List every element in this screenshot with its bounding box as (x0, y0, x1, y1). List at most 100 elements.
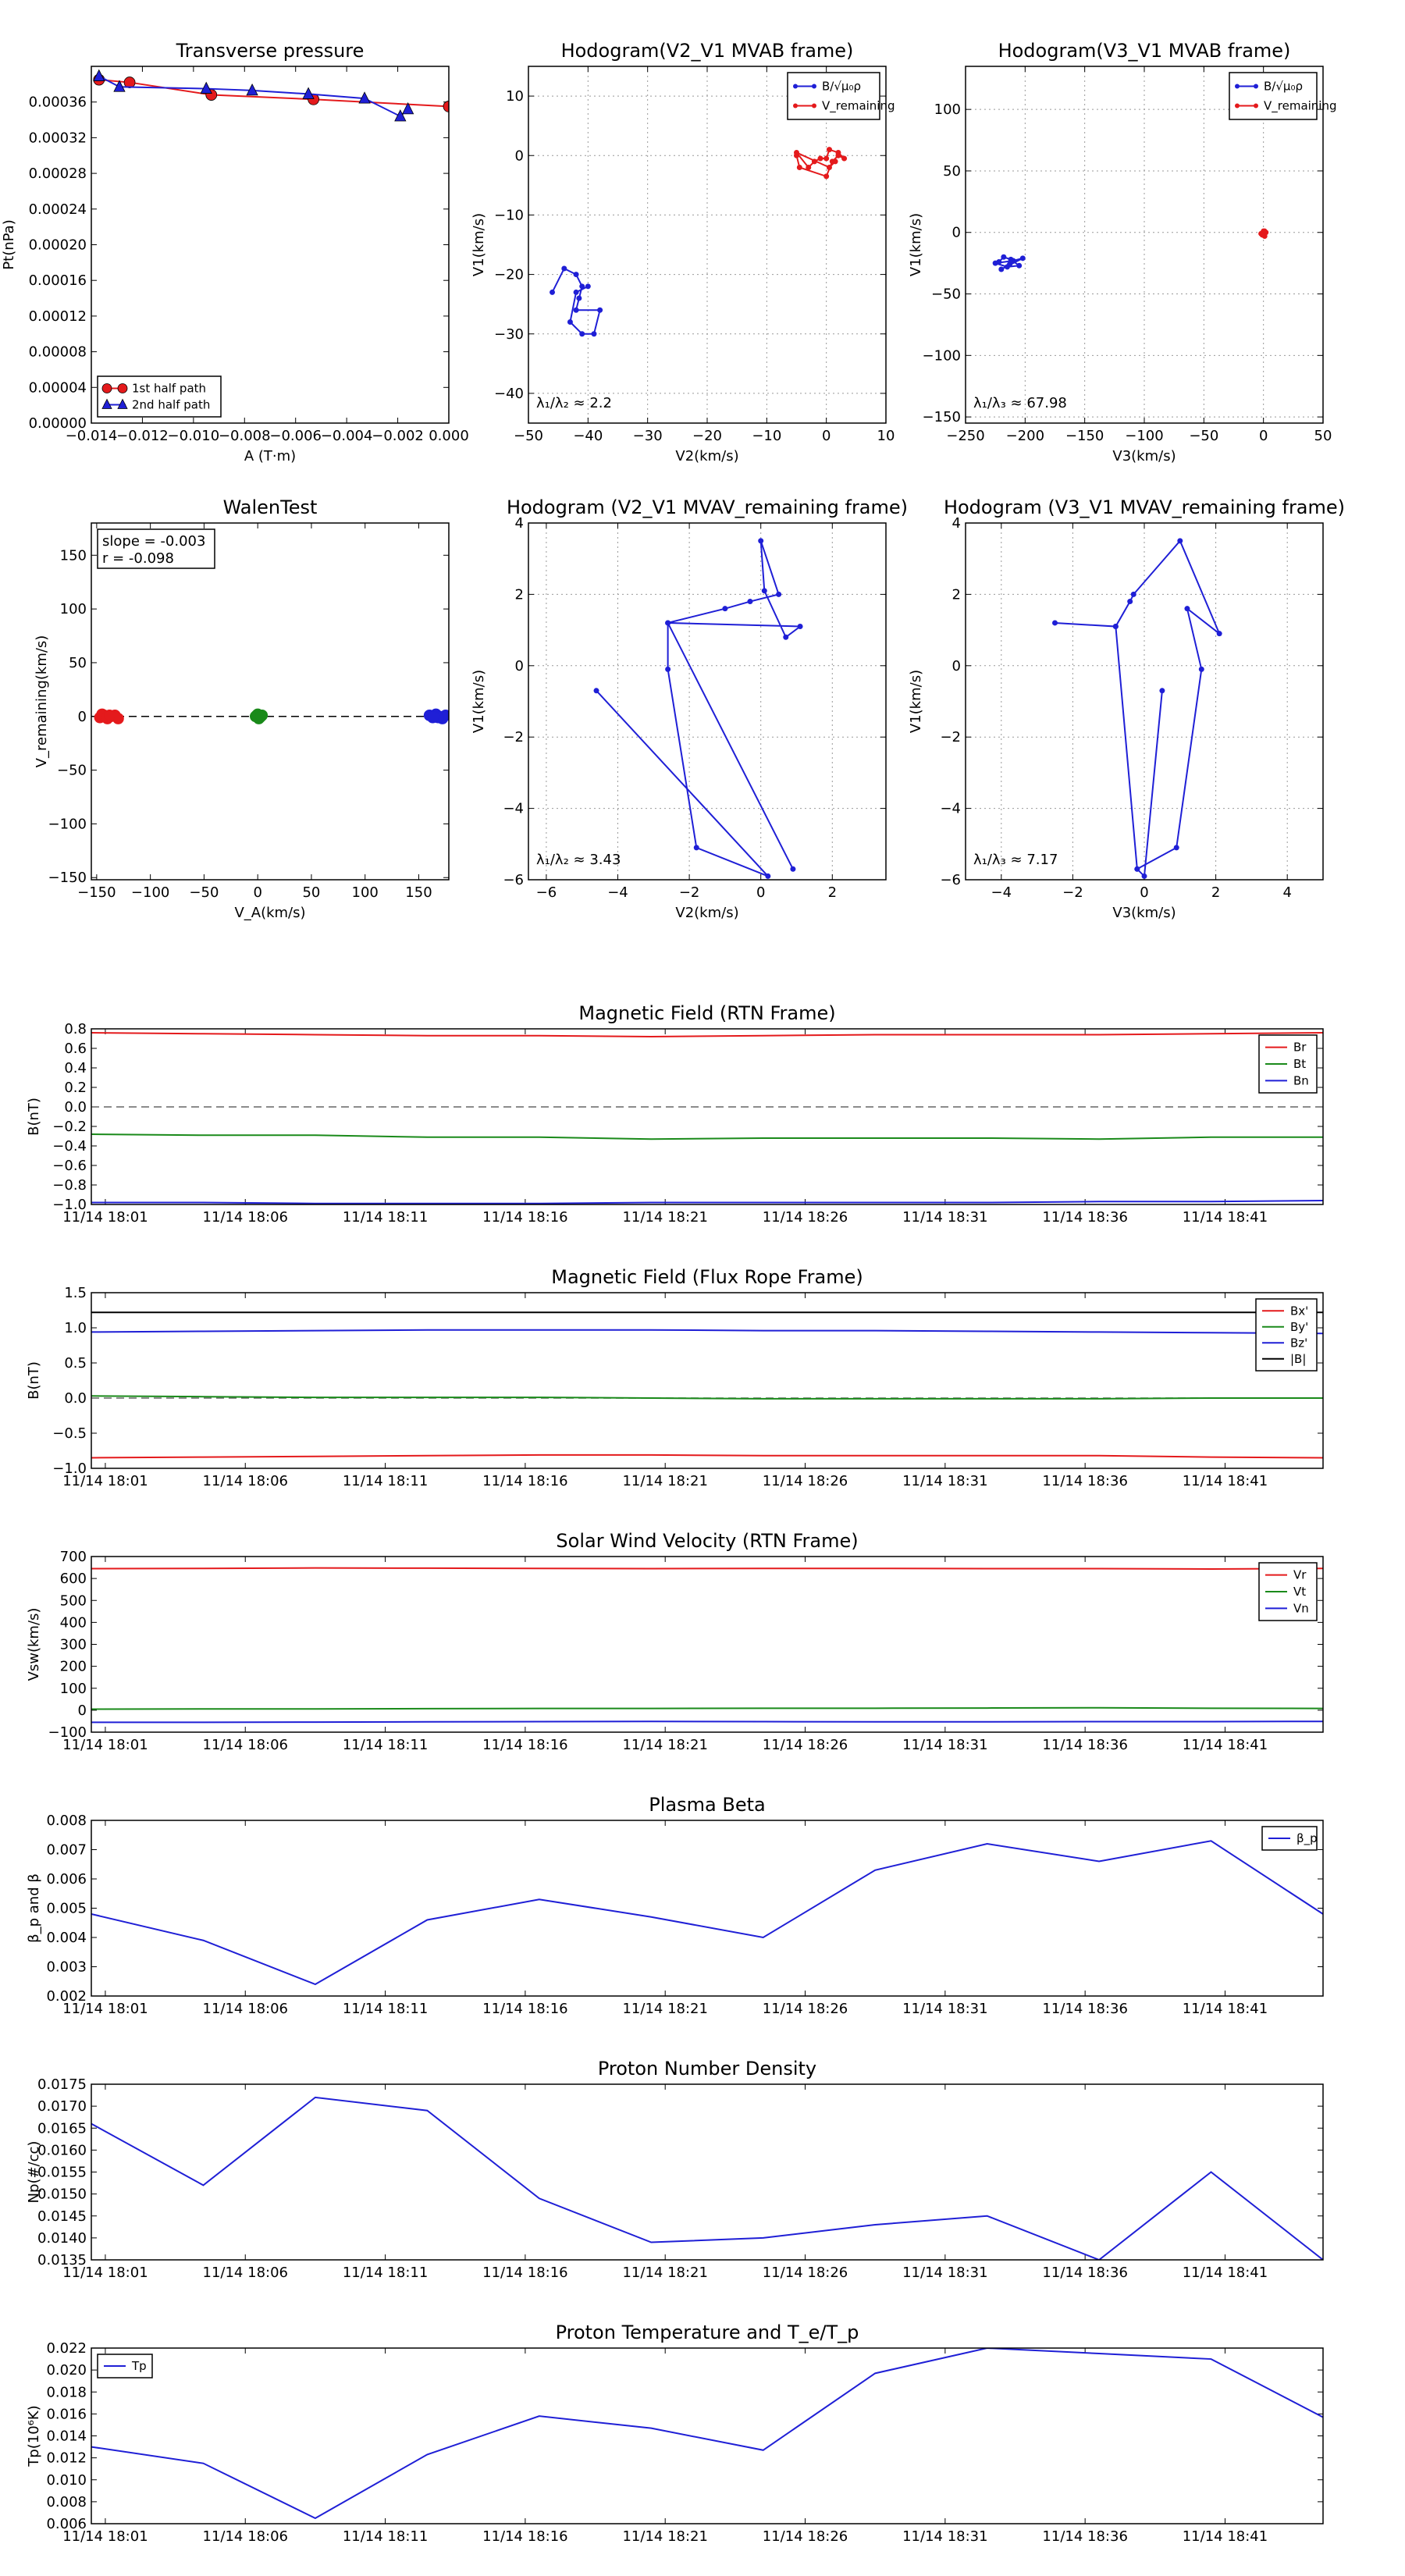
y-tick-label: −4 (503, 801, 524, 817)
plot-area (91, 1840, 1323, 1986)
data-point (103, 709, 116, 721)
chart-title: Magnetic Field (RTN Frame) (578, 1002, 835, 1024)
x-tick-label: 11/14 18:36 (1042, 2528, 1127, 2545)
y-tick-label: 0.010 (46, 2472, 87, 2489)
y-tick-label: −150 (923, 409, 961, 425)
x-axis-label: V_A(km/s) (234, 905, 305, 921)
data-point (841, 155, 848, 162)
y-axis-label: Pt(nPa) (1, 219, 17, 269)
ratio-annotation: λ₁/λ₂ ≈ 2.2 (536, 395, 612, 411)
series-V_remaining (1258, 228, 1269, 239)
x-tick-label: 11/14 18:11 (343, 2265, 428, 2281)
data-point (823, 155, 830, 162)
legend-label: Bn (1293, 1073, 1309, 1087)
legend: Vr Vt Vn (1258, 1562, 1318, 1621)
x-tick-label: 150 (405, 884, 432, 901)
fit-text: slope = -0.003 (102, 533, 205, 550)
y-tick-label: −100 (48, 1724, 87, 1741)
x-axis-label: A (T·m) (244, 448, 296, 464)
data-point (665, 666, 671, 672)
y-tick-label: −0.5 (52, 1425, 87, 1442)
x-tick-label: −0.008 (219, 428, 271, 444)
plot-area (91, 1032, 1323, 1204)
data-point (561, 265, 567, 272)
chart-title: Proton Number Density (598, 2058, 816, 2080)
y-tick-label: 100 (60, 601, 87, 617)
x-tick-label: 11/14 18:36 (1042, 1473, 1127, 1489)
y-tick-label: −20 (494, 267, 524, 283)
y-tick-label: 100 (934, 101, 961, 118)
ratio-annotation: λ₁/λ₃ ≈ 7.17 (973, 852, 1058, 868)
y-tick-label: 600 (60, 1571, 87, 1587)
chart-title: Hodogram (V2_V1 MVAV_remaining frame) (507, 496, 908, 518)
data-point (1184, 606, 1190, 612)
legend-label: B/√μ₀ρ (1264, 80, 1303, 94)
data-point (992, 260, 998, 266)
x-axis-label: V2(km/s) (675, 905, 738, 921)
chart-title: Hodogram(V2_V1 MVAB frame) (561, 40, 854, 62)
x-tick-label: −4 (607, 884, 628, 901)
data-point (790, 866, 796, 872)
series-β_p (91, 1840, 1323, 1986)
ratio-annotation: λ₁/λ₂ ≈ 3.43 (536, 852, 621, 868)
data-point (783, 634, 789, 640)
plot-area (91, 2348, 1323, 2520)
chart-title: Proton Temperature and T_e/T_p (556, 2322, 859, 2343)
y-tick-label: 0.00004 (29, 379, 87, 396)
y-tick-label: 0.006 (46, 2516, 87, 2532)
data-point (693, 845, 699, 851)
legend-marker (101, 383, 112, 393)
x-tick-label: 11/14 18:16 (482, 1209, 567, 1226)
x-tick-label: −20 (692, 428, 722, 444)
y-tick-label: 50 (943, 163, 961, 180)
y-tick-label: 0.020 (46, 2362, 87, 2379)
y-axis-label: V1(km/s) (908, 670, 924, 733)
y-tick-label: 0.4 (64, 1060, 87, 1076)
x-tick-label: −0.012 (116, 428, 169, 444)
y-tick-label: −2 (940, 729, 961, 745)
x-tick-label: 0 (1259, 428, 1268, 444)
legend-label: Bx' (1290, 1304, 1308, 1318)
x-tick-label: −0.010 (168, 428, 220, 444)
series-line (91, 2348, 1323, 2520)
x-tick-label: 50 (302, 884, 320, 901)
data-point (573, 307, 579, 313)
x-tick-label: 11/14 18:26 (763, 1737, 848, 1753)
x-tick-label: −150 (1065, 428, 1104, 444)
x-tick-label: 11/14 18:16 (482, 2001, 567, 2017)
x-tick-label: 11/14 18:16 (482, 2265, 567, 2281)
y-tick-label: 2 (515, 586, 524, 603)
axes-frame (91, 1292, 1324, 1469)
data-point (758, 538, 764, 544)
data-point (1001, 254, 1007, 260)
y-tick-label: 0.6 (64, 1041, 87, 1057)
x-axis-label: V2(km/s) (675, 448, 738, 464)
x-tick-label: −2 (1062, 884, 1083, 901)
y-tick-label: 0.0140 (37, 2230, 87, 2247)
chart-title: Transverse pressure (176, 40, 365, 62)
x-tick-label: 11/14 18:06 (203, 2528, 288, 2545)
y-tick-label: 100 (60, 1681, 87, 1697)
legend-label: 2nd half path (132, 398, 210, 412)
x-tick-label: −150 (77, 884, 116, 901)
legend-label: Bz' (1290, 1336, 1307, 1350)
x-tick-label: 0 (822, 428, 831, 444)
axes-frame (91, 2347, 1324, 2524)
series-Vn (91, 1720, 1323, 1724)
data-point (254, 710, 267, 723)
series-green (250, 708, 269, 724)
y-tick-label: 0.8 (64, 1021, 87, 1037)
x-tick-label: 11/14 18:36 (1042, 1209, 1127, 1226)
y-tick-label: 0.0 (64, 1099, 87, 1115)
y-tick-label: 0.00012 (29, 308, 87, 325)
series-line (91, 1567, 1323, 1571)
data-point (1261, 228, 1268, 234)
y-tick-label: 0.0150 (37, 2186, 87, 2203)
data-point (806, 164, 812, 170)
chart-title: Plasma Beta (649, 1794, 765, 1816)
data-point (1141, 873, 1147, 879)
x-tick-label: 11/14 18:11 (343, 1473, 428, 1489)
x-tick-label: −30 (633, 428, 663, 444)
chart-title: Magnetic Field (Flux Rope Frame) (551, 1266, 863, 1288)
series-line (596, 540, 802, 877)
